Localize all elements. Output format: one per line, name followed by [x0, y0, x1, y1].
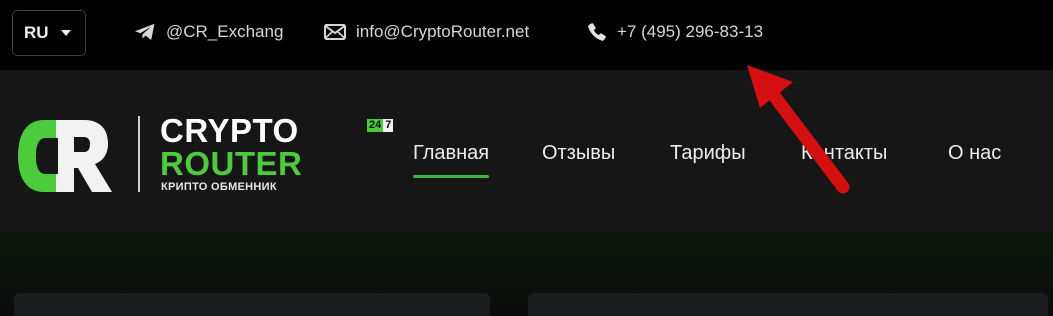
- telegram-icon: [135, 23, 155, 40]
- logo-divider: [138, 116, 140, 192]
- page: RU @CR_Exchang info@CryptoRouter.net +7 …: [0, 0, 1053, 316]
- main-header: CRYPTO ROUTER КРИПТО ОБМЕННИК 24 7 Главн…: [0, 70, 1053, 232]
- brand-name-line1: CRYPTO: [160, 112, 299, 149]
- nav-item-home[interactable]: Главная: [413, 142, 490, 178]
- top-bar: RU @CR_Exchang info@CryptoRouter.net +7 …: [0, 0, 1053, 70]
- cr-logo-icon[interactable]: [16, 116, 114, 196]
- exchange-card-left: [14, 293, 490, 316]
- caret-down-icon: [60, 30, 71, 36]
- telegram-handle: @CR_Exchang: [166, 22, 284, 41]
- email-link[interactable]: info@CryptoRouter.net: [324, 22, 529, 42]
- nav-item-tariffs[interactable]: Тарифы: [670, 142, 746, 165]
- nav-item-contacts[interactable]: Контакты: [801, 142, 887, 165]
- email-address: info@CryptoRouter.net: [356, 22, 530, 41]
- email-icon: [324, 24, 346, 40]
- exchange-card-right: [528, 293, 1048, 316]
- badge-24-7: 24 7: [367, 119, 394, 132]
- brand-name-line2: ROUTER: [160, 145, 303, 182]
- badge-7: 7: [383, 119, 394, 132]
- nav-item-about[interactable]: О нас: [948, 142, 1001, 165]
- brand-subtitle: КРИПТО ОБМЕННИК: [161, 181, 277, 193]
- phone-icon: [588, 23, 606, 41]
- phone-link[interactable]: +7 (495) 296-83-13: [587, 22, 763, 42]
- badge-24: 24: [367, 119, 384, 132]
- phone-number: +7 (495) 296-83-13: [617, 22, 764, 41]
- language-value: RU: [24, 23, 49, 42]
- telegram-link[interactable]: @CR_Exchang: [134, 22, 283, 42]
- language-select[interactable]: RU: [12, 10, 86, 56]
- nav-item-reviews[interactable]: Отзывы: [542, 142, 615, 165]
